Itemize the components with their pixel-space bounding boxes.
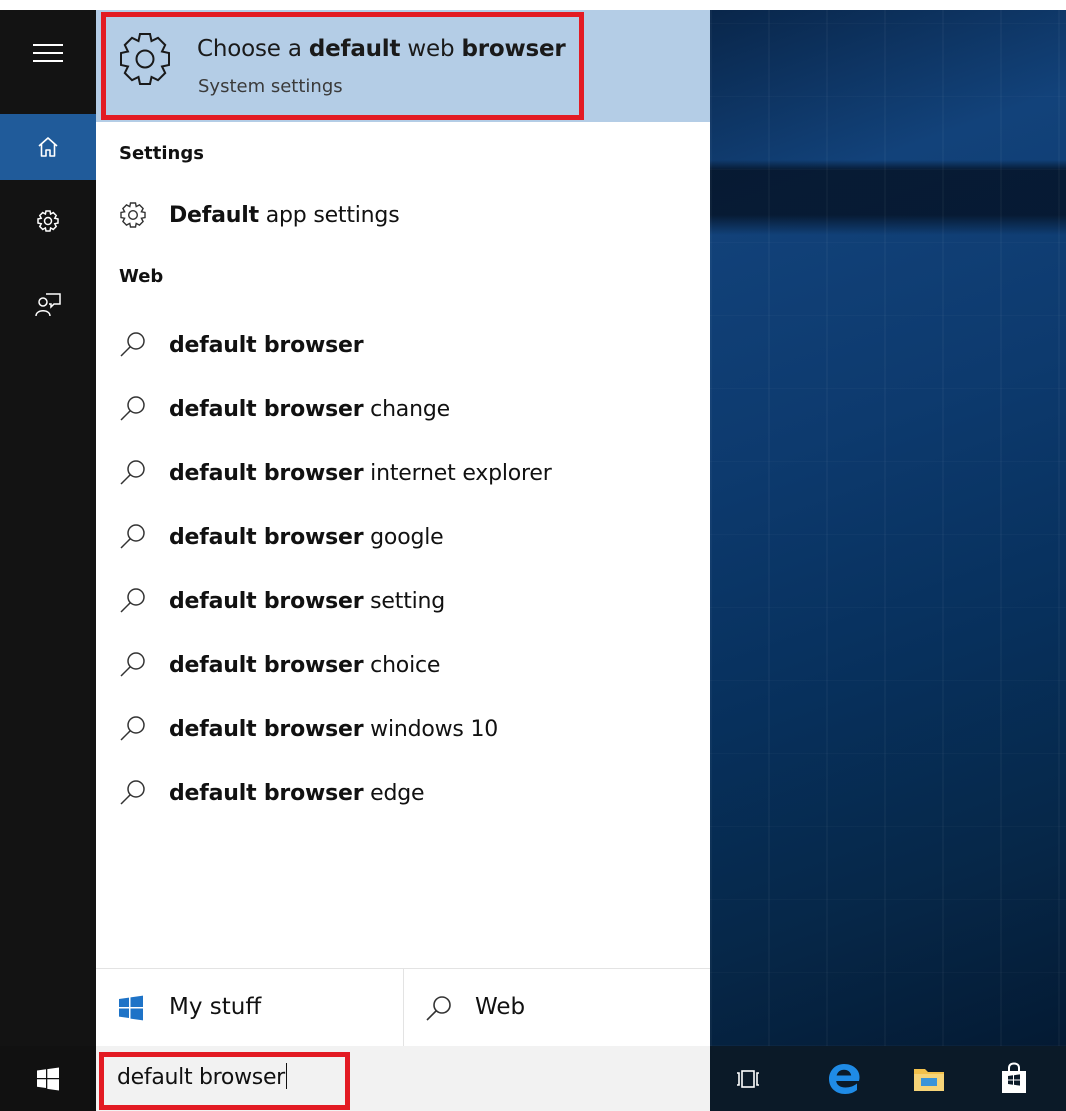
scope-bar: My stuff Web [96,968,710,1047]
search-input[interactable]: default browser [117,1063,287,1090]
web-result-item[interactable]: default browser google [96,506,710,568]
best-match-result[interactable]: Choose a default web browser System sett… [96,10,710,122]
search-input-value: default browser [117,1065,285,1090]
web-result-label: default browser windows 10 [169,717,498,742]
hamburger-menu-button[interactable] [0,20,96,86]
home-button[interactable] [0,114,96,180]
cortana-rail [0,10,96,1046]
gear-icon [120,33,170,85]
gear-icon [37,210,59,232]
settings-result-bold: Default [169,202,259,228]
search-results-panel: Choose a default web browser System sett… [96,10,710,1047]
web-result-rest: choice [363,652,441,678]
web-result-item[interactable]: default browser change [96,378,710,440]
best-match-title: Choose a default web browser [197,36,566,62]
web-result-bold: default browser [169,716,364,742]
taskbar: default browser [0,1046,1066,1111]
web-result-bold: default browser [169,780,364,806]
web-result-item[interactable]: default browser choice [96,634,710,696]
web-result-label: default browser change [169,397,450,422]
start-button[interactable] [0,1046,96,1111]
web-section-header: Web [119,266,164,287]
task-view-icon [737,1069,759,1088]
rail-top-margin [0,0,96,10]
title-mid: web [400,36,462,62]
web-scope-label: Web [475,994,526,1020]
web-result-label: default browser setting [169,589,445,614]
web-result-label: default browser edge [169,780,425,806]
file-explorer-button[interactable] [893,1046,965,1111]
top-margin [96,0,1066,10]
web-result-item[interactable]: default browser windows 10 [96,698,710,760]
settings-result-rest: app settings [258,202,400,228]
web-result-rest: change [363,396,450,422]
search-icon [120,716,145,741]
gear-icon [120,202,146,228]
screen: Choose a default web browser System sett… [0,0,1066,1111]
store-button[interactable] [978,1046,1050,1111]
web-result-item[interactable]: default browser internet explorer [96,442,710,504]
web-result-bold: default browser [169,396,364,422]
search-icon [426,996,451,1021]
start-icon [37,1067,59,1090]
web-result-bold: default browser [169,332,364,358]
my-stuff-button[interactable]: My stuff [96,969,403,1047]
feedback-icon [35,293,61,317]
my-stuff-label: My stuff [169,994,262,1020]
search-icon [120,396,145,421]
web-result-rest: windows 10 [363,716,499,742]
task-view-button[interactable] [712,1046,784,1111]
web-result-rest: edge [363,780,425,806]
search-icon [120,332,145,357]
web-result-bold: default browser [169,524,364,550]
edge-icon [829,1063,860,1094]
search-icon [120,460,145,485]
search-box[interactable]: default browser [96,1046,710,1111]
desktop-wallpaper [710,10,1066,1046]
search-icon [120,588,145,613]
web-result-item[interactable]: default browser setting [96,570,710,632]
settings-result-label: Default app settings [169,202,400,228]
search-icon [120,524,145,549]
home-icon [38,137,58,157]
edge-button[interactable] [808,1046,880,1111]
settings-section-header: Settings [119,143,204,164]
web-result-rest: setting [363,588,446,614]
web-result-item[interactable]: default browser [96,314,710,376]
web-result-label: default browser google [169,524,444,550]
windows-logo-icon [119,995,143,1021]
title-prefix: Choose a [197,36,309,62]
feedback-button[interactable] [0,272,96,338]
web-result-bold: default browser [169,652,364,678]
web-result-item[interactable]: default browser edge [96,762,710,824]
web-result-label: default browser choice [169,653,440,678]
web-result-label: default browser internet explorer [169,461,552,486]
store-icon [1002,1061,1026,1093]
best-match-subtitle: System settings [198,76,343,97]
text-caret [285,1063,287,1089]
search-icon [120,652,145,677]
web-result-label: default browser [169,332,364,358]
web-scope-button[interactable]: Web [404,969,710,1047]
hamburger-menu-icon [33,44,63,62]
web-result-rest: internet explorer [363,460,552,486]
settings-button[interactable] [0,188,96,254]
web-result-rest: google [363,524,444,550]
title-bold-browser: browser [461,36,566,62]
web-result-bold: default browser [169,588,364,614]
title-bold-default: default [308,36,401,62]
web-result-bold: default browser [169,460,364,486]
settings-result-item[interactable]: Default app settings [96,184,710,246]
file-explorer-icon [914,1068,944,1091]
search-icon [120,780,145,805]
